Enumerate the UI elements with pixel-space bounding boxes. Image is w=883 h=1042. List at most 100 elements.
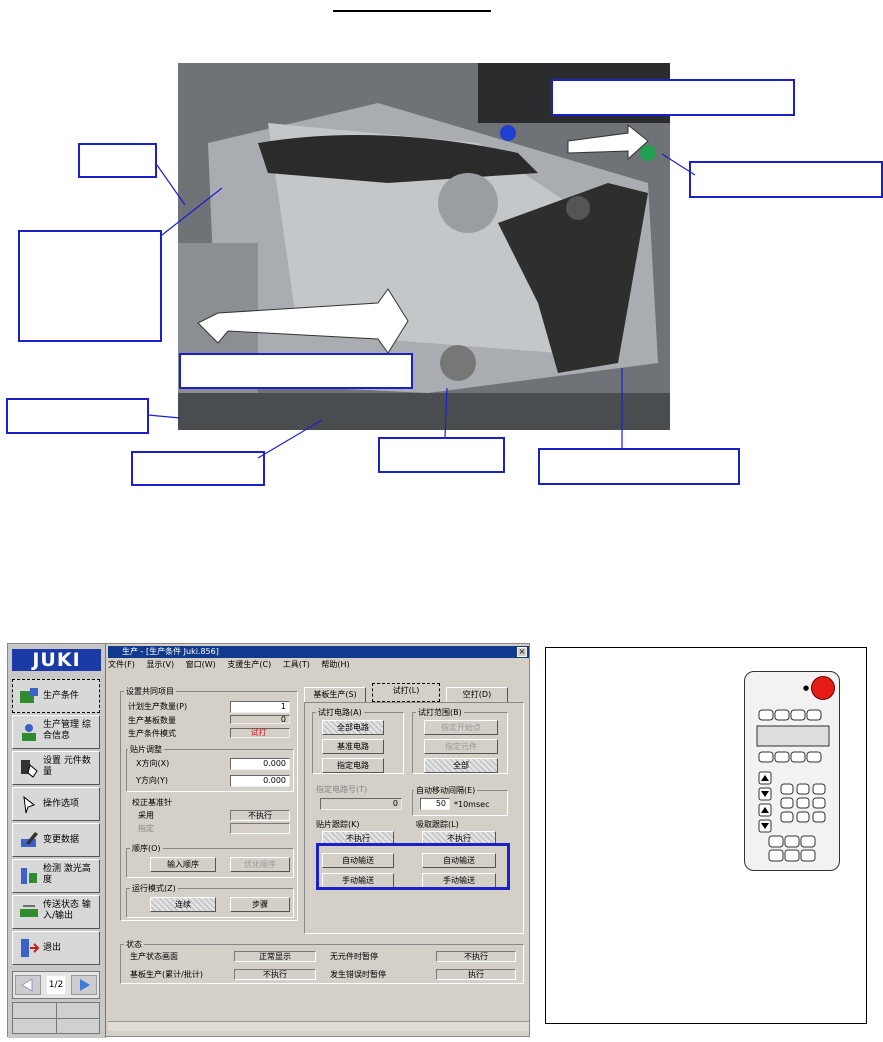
operation-options-icon [18, 793, 40, 815]
sidebar-laser-height[interactable]: 检测 激光高度 [12, 859, 100, 893]
status-value: 不执行 [436, 951, 516, 962]
auto-interval-unit: *10msec [454, 800, 490, 809]
window-title: 生产 - [生产条件 Juki.856] [108, 646, 529, 658]
reference-circuit-button[interactable]: 基准电路 [322, 739, 384, 754]
highlight-trace-buttons [316, 843, 510, 890]
tab-board-production[interactable]: 基板生产(S) [304, 687, 366, 702]
production-condition-icon [18, 685, 40, 707]
status-value: 正常显示 [234, 951, 316, 962]
menu-support[interactable]: 支援生产(C) [227, 660, 271, 669]
mark-title: 校正基准针 [132, 798, 172, 807]
status-label: 基板生产(累计/批计) [130, 970, 203, 979]
menu-file[interactable]: 文件(F) [108, 660, 135, 669]
sidebar-label: 传送状态 输入/输出 [43, 900, 91, 921]
sidebar-component-count[interactable]: 设置 元件数量 [12, 751, 100, 785]
mark-point-value [230, 823, 290, 834]
next-page-button[interactable] [71, 975, 97, 995]
juki-app: JUKI 生产条件 生产管理 综合信息 设置 元件数量 操作选项 变更数据 检测… [7, 643, 530, 1038]
juki-logo: JUKI [12, 649, 101, 671]
menu-tools[interactable]: 工具(T) [283, 660, 310, 669]
sidebar-exit[interactable]: 退出 [12, 931, 100, 965]
sidebar-label: 检测 激光高度 [43, 864, 91, 885]
produced-field: 0 [230, 715, 290, 724]
status-label: 无元件时暂停 [330, 952, 378, 961]
sidebar-label: 操作选项 [43, 799, 80, 809]
app-sidebar: JUKI 生产条件 生产管理 综合信息 设置 元件数量 操作选项 变更数据 检测… [8, 644, 106, 1038]
x-field[interactable]: 0.000 [230, 758, 290, 770]
production-window: 生产 - [生产条件 Juki.856] × 文件(F) 显示(V) 窗口(W)… [108, 646, 529, 1036]
placement-adjust-title: 贴片调整 [128, 744, 164, 755]
planned-label: 计划生产数量(P) [128, 702, 188, 711]
sidebar-label: 生产管理 综合信息 [43, 720, 91, 741]
place-trace-title: 贴片跟踪(K) [314, 819, 362, 830]
sidebar-production-condition[interactable]: 生产条件 [12, 679, 100, 713]
remote-panel: ● [545, 647, 867, 1024]
callout-leaders [147, 153, 696, 459]
input-order-button[interactable]: 输入顺序 [150, 857, 216, 872]
x-label: X方向(X) [136, 759, 170, 768]
sidebar-transfer-status[interactable]: 传送状态 输入/输出 [12, 895, 100, 929]
left-arrow-icon [21, 978, 33, 992]
order-title: 顺序(O) [130, 843, 163, 854]
auto-interval-title: 自动移动间隔(E) [414, 785, 478, 796]
tab-dry-run[interactable]: 空打(D) [446, 687, 508, 702]
pendant-keys [756, 709, 830, 862]
continuous-button[interactable]: 连续 [150, 897, 216, 912]
sidebar-label: 设置 元件数量 [43, 756, 91, 777]
menu-bar: 文件(F) 显示(V) 窗口(W) 支援生产(C) 工具(T) 帮助(H) [108, 659, 529, 671]
status-value: 执行 [436, 969, 516, 980]
production-management-icon [18, 721, 40, 743]
page-nav: 1/2 [12, 971, 100, 999]
component-count-icon [18, 757, 40, 779]
right-arrow-icon [80, 979, 90, 991]
change-data-icon [18, 829, 40, 851]
exit-icon [18, 937, 40, 959]
sidebar-label: 生产条件 [43, 691, 80, 701]
designated-circuit-label: 指定电路号(T) [316, 785, 368, 794]
optimize-order-button[interactable]: 优化顺序 [230, 857, 290, 872]
page-indicator: 1/2 [47, 976, 65, 994]
tab-trial[interactable]: 试打(L) [372, 683, 440, 702]
status-title: 状态 [124, 939, 144, 950]
close-icon: × [518, 647, 526, 656]
teaching-pendant: ● [744, 671, 840, 871]
menu-view[interactable]: 显示(V) [146, 660, 174, 669]
designated-circuit-field: 0 [320, 798, 402, 810]
transfer-status-icon [18, 901, 40, 923]
horizontal-scrollbar[interactable] [108, 1021, 529, 1031]
sidebar-label: 退出 [43, 943, 62, 953]
trial-circuit-title: 试打电路(A) [316, 707, 364, 718]
status-label: 发生错误时暂停 [330, 970, 386, 979]
pick-trace-title: 吸取跟踪(L) [414, 819, 461, 830]
common-settings-title: 设置共同项目 [124, 686, 176, 697]
designate-start-button[interactable]: 指定开始点 [424, 720, 498, 735]
laser-height-icon [18, 865, 40, 887]
trial-range-title: 试打范围(B) [416, 707, 464, 718]
planned-field[interactable]: 1 [230, 701, 290, 713]
mark-point-label: 指定 [138, 824, 154, 833]
auto-interval-field[interactable]: 50 [420, 798, 450, 810]
menu-help[interactable]: 帮助(H) [321, 660, 349, 669]
prev-page-button[interactable] [15, 975, 41, 995]
y-field[interactable]: 0.000 [230, 775, 290, 787]
run-mode-title: 运行模式(Z) [130, 883, 178, 894]
step-button[interactable]: 步骤 [230, 897, 290, 912]
sidebar-production-management[interactable]: 生产管理 综合信息 [12, 715, 100, 749]
mark-use-value: 不执行 [230, 810, 290, 821]
range-all-button[interactable]: 全部 [424, 758, 498, 773]
mode-value: 试打 [230, 728, 290, 738]
y-label: Y方向(Y) [136, 776, 169, 785]
designate-component-button[interactable]: 指定元件 [424, 739, 498, 754]
sidebar-change-data[interactable]: 变更数据 [12, 823, 100, 857]
mode-label: 生产条件模式 [128, 729, 176, 738]
designated-circuit-button[interactable]: 指定电路 [322, 758, 384, 773]
close-button[interactable]: × [517, 647, 527, 657]
mark-use-label: 采用 [138, 811, 154, 820]
sidebar-label: 变更数据 [43, 835, 80, 845]
sidebar-operation-options[interactable]: 操作选项 [12, 787, 100, 821]
status-label: 生产状态画面 [130, 952, 178, 961]
menu-window[interactable]: 窗口(W) [186, 660, 216, 669]
sidebar-footer-grid [12, 1002, 100, 1034]
status-value: 不执行 [234, 969, 316, 980]
all-circuits-button[interactable]: 全部电路 [322, 720, 384, 735]
